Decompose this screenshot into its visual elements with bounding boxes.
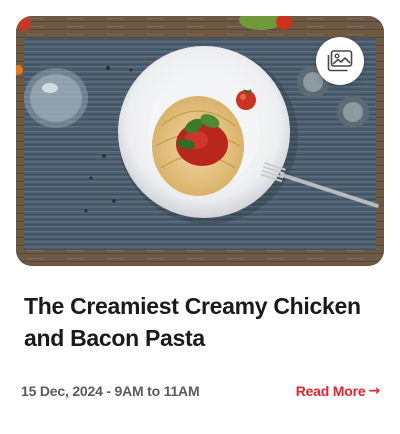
- gallery-icon: [327, 50, 353, 72]
- recipe-title[interactable]: The Creamiest Creamy Chicken and Bacon P…: [24, 290, 380, 354]
- event-date: 15 Dec, 2024 - 9AM to 11AM: [21, 383, 200, 399]
- recipe-meta: 15 Dec, 2024 - 9AM to 11AM Read More →: [21, 381, 380, 401]
- gallery-button[interactable]: [316, 37, 364, 85]
- arrow-right-icon: →: [368, 383, 380, 399]
- read-more-link[interactable]: Read More →: [295, 383, 381, 399]
- recipe-card[interactable]: The Creamiest Creamy Chicken and Bacon P…: [0, 0, 400, 434]
- read-more-label: Read More: [295, 383, 366, 399]
